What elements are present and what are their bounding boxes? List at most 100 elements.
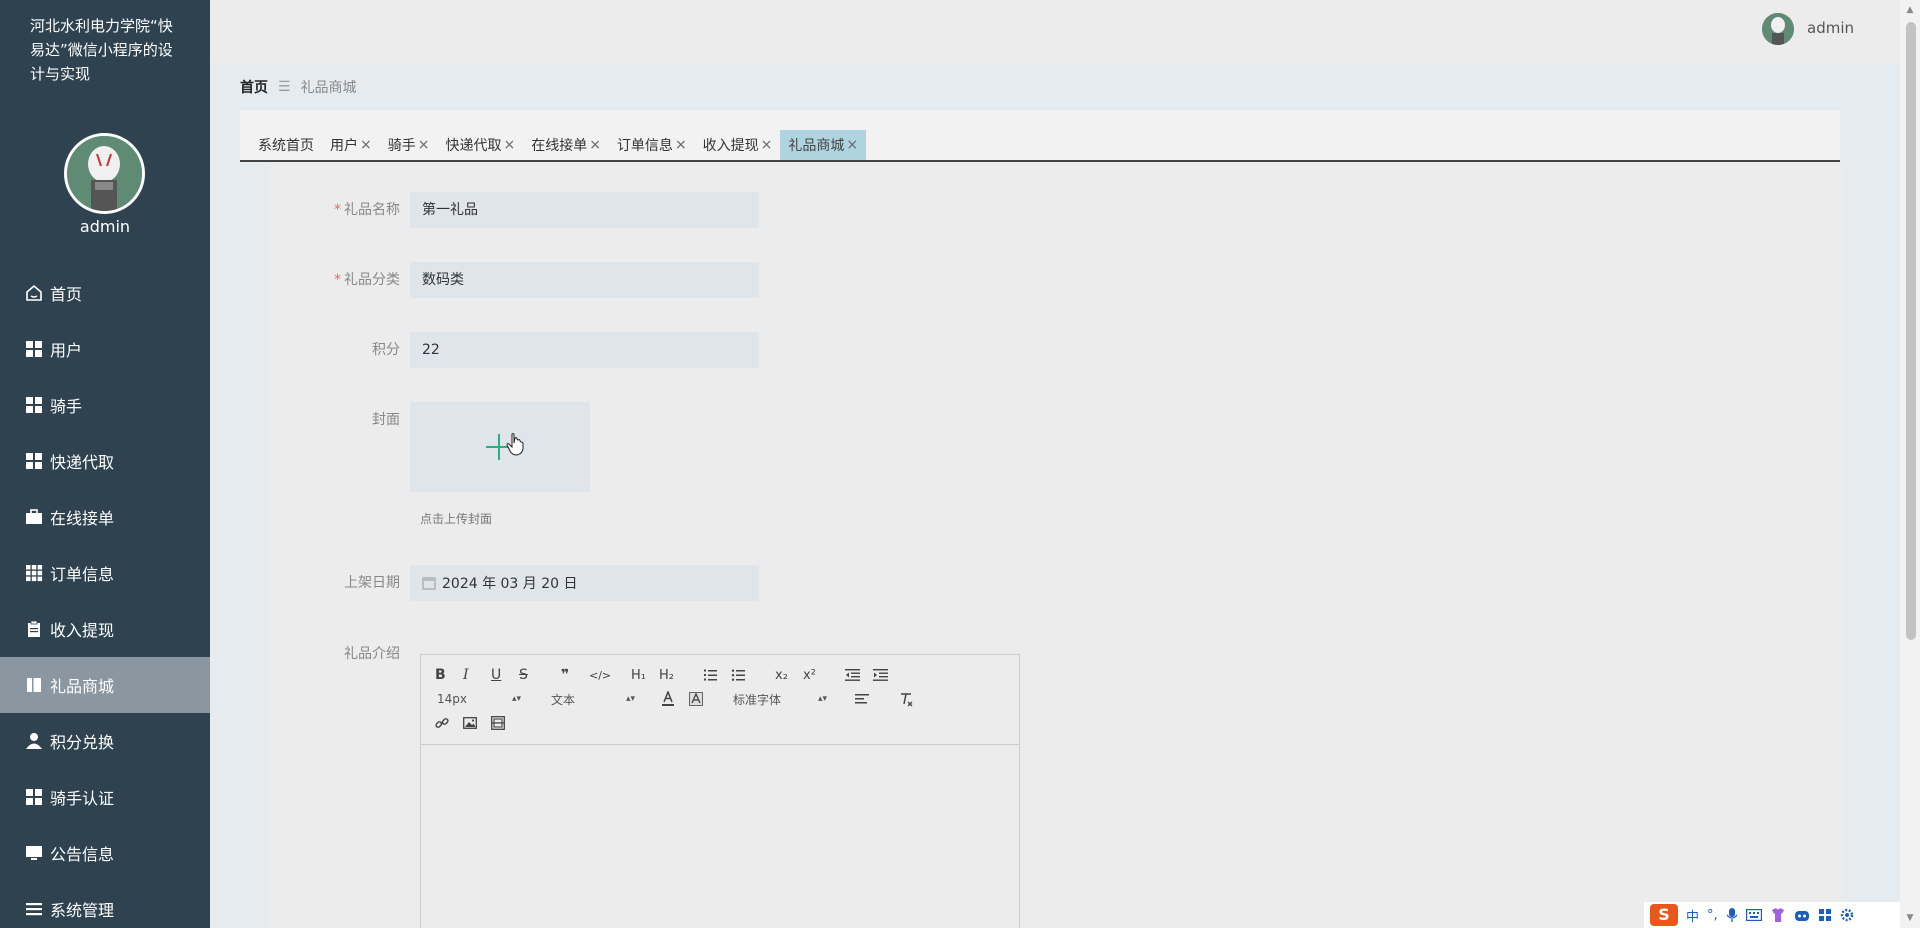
h1-button[interactable]: H₁ [631, 665, 646, 685]
editor-body[interactable] [421, 745, 1019, 928]
form-row-intro: 礼品介绍 [270, 636, 410, 672]
quote-icon: ❞ [561, 667, 570, 683]
sidebar-item-system-management[interactable]: 系统管理 [0, 881, 210, 928]
subscript-button[interactable]: x₂ [775, 665, 788, 685]
grid-icon [24, 787, 44, 807]
monitor-icon [24, 843, 44, 863]
date-label: 上架日期 [344, 575, 400, 591]
select-arrows-icon: ▴▾ [625, 694, 635, 704]
microphone-icon[interactable] [1726, 907, 1738, 923]
h2-button[interactable]: H₂ [659, 665, 674, 685]
close-icon[interactable]: × [503, 137, 515, 153]
sidebar-item-online-orders[interactable]: 在线接单 [0, 489, 210, 545]
intro-label: 礼品介绍 [344, 646, 400, 662]
keyboard-icon[interactable] [1745, 909, 1762, 921]
superscript-button[interactable]: x² [803, 665, 816, 685]
font-size-select[interactable]: 14px ▴▾ [437, 689, 521, 709]
tab-riders[interactable]: 骑手 × [380, 130, 438, 160]
gift-category-input[interactable] [410, 262, 759, 298]
sidebar-item-users[interactable]: 用户 [0, 321, 210, 377]
link-button[interactable] [435, 713, 449, 733]
tab-gift-mall[interactable]: 礼品商城 × [780, 130, 867, 160]
outdent-icon [845, 669, 860, 681]
header-select[interactable]: 文本 ▴▾ [551, 689, 635, 709]
scroll-up-icon[interactable]: ▲ [1904, 4, 1916, 16]
align-button[interactable] [855, 689, 869, 709]
bold-button[interactable]: B [435, 665, 446, 685]
header-avatar[interactable] [1762, 13, 1794, 45]
sidebar-item-label: 礼品商城 [50, 677, 115, 696]
clear-format-button[interactable] [899, 689, 914, 709]
tab-online-orders[interactable]: 在线接单 × [523, 130, 609, 160]
tab-order-info[interactable]: 订单信息 × [609, 130, 695, 160]
close-icon[interactable]: × [761, 137, 773, 153]
sidebar-item-home[interactable]: 首页 [0, 265, 210, 321]
close-icon[interactable]: × [589, 137, 601, 153]
bullet-list-button[interactable] [731, 665, 745, 685]
listing-date-picker[interactable]: 2024 年 03 月 20 日 [410, 565, 759, 601]
robot-icon[interactable] [1794, 908, 1810, 922]
tab-users[interactable]: 用户 × [322, 130, 380, 160]
form-row-category: * 礼品分类 [270, 262, 759, 298]
strike-button[interactable]: S [519, 665, 528, 685]
page-scrollbar[interactable]: ▲ ▼ [1900, 0, 1920, 928]
bullet-list-icon [731, 669, 745, 681]
calendar-icon [422, 577, 436, 590]
tab-system-home[interactable]: 系统首页 [250, 130, 322, 160]
gift-name-input[interactable] [410, 192, 759, 228]
ime-toolbar: S 中 °, [1644, 902, 1900, 928]
sidebar-item-label: 公告信息 [50, 845, 115, 864]
points-input[interactable] [410, 332, 759, 368]
sidebar-item-announcements[interactable]: 公告信息 [0, 825, 210, 881]
background-color-button[interactable] [689, 689, 703, 709]
font-family-select[interactable]: 标准字体 ▴▾ [733, 689, 827, 709]
close-icon[interactable]: × [675, 137, 687, 153]
tab-income-withdraw[interactable]: 收入提现 × [695, 130, 781, 160]
sidebar-item-riders[interactable]: 骑手 [0, 377, 210, 433]
sidebar-item-order-info[interactable]: 订单信息 [0, 545, 210, 601]
h2-icon: H₂ [659, 667, 674, 683]
avatar[interactable] [64, 133, 145, 214]
video-button[interactable] [491, 713, 505, 733]
cover-upload-hint: 点击上传封面 [420, 512, 493, 526]
text-color-button[interactable] [661, 689, 675, 709]
settings-gear-icon[interactable] [1840, 908, 1854, 922]
blockquote-button[interactable]: ❞ [561, 665, 569, 685]
link-icon [435, 718, 449, 728]
outdent-button[interactable] [845, 665, 860, 685]
sidebar-item-label: 订单信息 [50, 565, 115, 584]
underline-button[interactable]: U [491, 665, 501, 685]
ordered-list-button[interactable] [703, 665, 717, 685]
image-button[interactable] [463, 713, 477, 733]
indent-button[interactable] [873, 665, 888, 685]
cover-label: 封面 [372, 412, 400, 428]
close-icon[interactable]: × [418, 137, 430, 153]
code-button[interactable]: </> [589, 665, 611, 685]
italic-button[interactable]: I [463, 665, 469, 685]
tab-express-pickup[interactable]: 快递代取 × [437, 130, 523, 160]
form-row-name: * 礼品名称 [270, 192, 759, 228]
skin-icon[interactable] [1770, 907, 1786, 923]
sidebar-item-express-pickup[interactable]: 快递代取 [0, 433, 210, 489]
video-icon [491, 716, 505, 730]
sidebar-item-income-withdraw[interactable]: 收入提现 [0, 601, 210, 657]
cover-upload-button[interactable] [410, 402, 590, 492]
sidebar-item-points-exchange[interactable]: 积分兑换 [0, 713, 210, 769]
grid-icon [24, 451, 44, 471]
scroll-thumb[interactable] [1906, 22, 1916, 640]
underline-icon: U [491, 667, 502, 683]
header-username[interactable]: admin [1807, 19, 1854, 37]
punctuation-icon[interactable]: °, [1707, 908, 1718, 923]
sidebar-menu: 首页 用户 骑手 快递代取 在线接单 订单信息 收入提现 礼品商城 积分兑换 骑… [0, 265, 210, 928]
book-icon [24, 675, 44, 695]
ime-mode[interactable]: 中 [1686, 906, 1699, 925]
sidebar-item-gift-mall[interactable]: 礼品商城 [0, 657, 210, 713]
sogou-logo-icon[interactable]: S [1650, 904, 1678, 926]
close-icon[interactable]: × [846, 137, 858, 153]
sidebar-item-rider-certification[interactable]: 骑手认证 [0, 769, 210, 825]
breadcrumb-home[interactable]: 首页 [240, 77, 268, 97]
close-icon[interactable]: × [360, 137, 372, 153]
scroll-down-icon[interactable]: ▼ [1904, 912, 1916, 924]
toolbox-grid-icon[interactable] [1818, 908, 1832, 922]
required-mark: * [334, 202, 341, 218]
